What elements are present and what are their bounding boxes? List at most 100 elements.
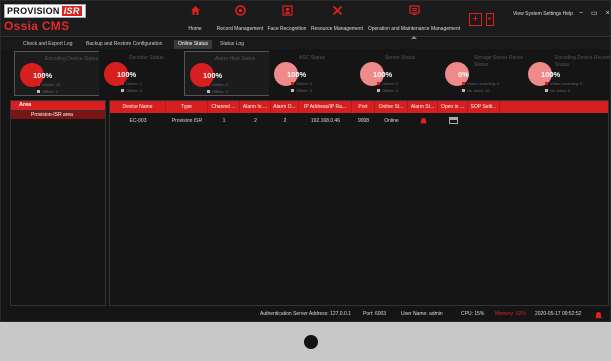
app-subtitle: Ossia CMS xyxy=(4,19,70,33)
cell-alarm-in: 2 xyxy=(254,118,257,124)
home-icon xyxy=(190,6,200,15)
card-percent: 100% xyxy=(287,70,307,79)
module-operation-maintenance[interactable]: Operation and Maintenance Management xyxy=(368,4,460,32)
auth-server-address: Authentication Server Address: 127.0.0.1 xyxy=(260,311,351,317)
tab-backup-restore[interactable]: Backup and Restore Configuration xyxy=(82,40,166,49)
add-module-button[interactable]: + xyxy=(469,13,482,26)
column-port[interactable]: Port xyxy=(352,101,375,113)
cell-ip-address: 192.168.0.46 xyxy=(310,118,341,124)
status-cards: Encoding Device Status 100% Online: 16 O… xyxy=(1,50,611,97)
card-percent: 0% xyxy=(458,70,469,79)
card-percent: 100% xyxy=(541,70,561,79)
cell-type: Provision ISR xyxy=(171,118,203,124)
column-device-name[interactable]: Device Name xyxy=(110,101,166,113)
module-label: Resource Management xyxy=(311,26,363,32)
column-alarm-status[interactable]: Alarm St... xyxy=(408,101,438,113)
card-line-1: Online: 0 xyxy=(291,81,312,86)
card-decoder-status[interactable]: Decoder Status 100% Online: 1 Offline: 0 xyxy=(99,51,185,96)
cell-sop-settings xyxy=(468,115,500,127)
card-percent: 100% xyxy=(203,71,223,80)
card-encoding-device-status[interactable]: Encoding Device Status 100% Online: 16 O… xyxy=(14,51,100,96)
column-alarm-out[interactable]: Alarm O... xyxy=(271,101,299,113)
monitor-icon xyxy=(408,5,420,15)
area-header: Area xyxy=(11,101,105,110)
cell-open-in xyxy=(438,115,468,127)
logo-badge: ISR xyxy=(61,6,82,16)
card-percent: 100% xyxy=(373,70,393,79)
column-type[interactable]: Type xyxy=(166,101,208,113)
card-server-status[interactable]: Server Status 100% Online: 0 Offline: 0 xyxy=(355,51,441,96)
cell-alarm-status xyxy=(408,115,438,127)
column-ip-address[interactable]: IP Address/IP Ra... xyxy=(299,101,352,113)
card-line-2: Offline: 0 xyxy=(37,89,58,94)
module-label: Operation and Maintenance Management xyxy=(367,26,461,32)
card-asc-status[interactable]: ASC Status 100% Online: 0 Offline: 0 xyxy=(269,51,355,96)
window-icon[interactable] xyxy=(448,117,458,124)
card-encoding-device-record-status[interactable]: Encoding Device Record Status 100% Video… xyxy=(523,51,611,96)
card-line-2: Offline: 0 xyxy=(291,88,312,93)
card-line-1: Online: 1 xyxy=(121,81,142,86)
module-label: Record Management xyxy=(216,26,264,32)
card-percent: 100% xyxy=(117,70,137,79)
top-header: PROVISION ISR Ossia CMS Home Record Manag… xyxy=(1,1,610,37)
card-line-2: No video: 0 xyxy=(545,88,570,93)
column-sop-settings[interactable]: SOP Setti... xyxy=(468,101,500,113)
card-title: ASC Status xyxy=(299,55,325,61)
card-line-2: Offline: 0 xyxy=(121,88,142,93)
card-title: Encoding Device Record Status xyxy=(555,55,611,68)
provision-isr-logo: PROVISION ISR Ossia CMS xyxy=(4,4,86,33)
card-storage-server-record-status[interactable]: Storage Server Record Status 0% Video re… xyxy=(440,51,526,96)
alarm-bell-icon[interactable] xyxy=(595,311,602,319)
alarm-bell-icon[interactable] xyxy=(420,117,427,124)
card-line-1: Online: 0 xyxy=(207,82,228,87)
window-controls[interactable]: − ▭ × xyxy=(579,9,610,17)
card-line-1: Online: 0 xyxy=(377,81,398,86)
cell-device-name: EC-003 xyxy=(129,118,147,124)
module-label: Home xyxy=(188,26,202,32)
cpu-usage: CPU: 15% xyxy=(461,311,485,317)
card-line-2: Offline: 0 xyxy=(207,89,228,94)
logo-wordmark: PROVISION ISR xyxy=(4,4,86,18)
module-face-recognition[interactable]: Face Recognition xyxy=(268,4,306,32)
tab-bar: Check and Export Log Backup and Restore … xyxy=(1,39,610,49)
module-label: Face Recognition xyxy=(267,26,307,32)
card-line-1: Online: 16 xyxy=(37,82,60,87)
cell-alarm-out: 2 xyxy=(283,118,287,124)
memory-usage: Memory: 62% xyxy=(495,311,526,317)
card-line-1: Video recording: 0 xyxy=(462,81,499,86)
cell-channel: 1 xyxy=(222,118,226,124)
module-resource-management[interactable]: Resource Management xyxy=(311,4,363,32)
cell-port: 9008 xyxy=(357,118,370,124)
datetime: 2020-05-17 09:52:52 xyxy=(535,311,582,317)
record-icon xyxy=(234,5,246,16)
card-line-2: No video: 10 xyxy=(462,88,489,93)
column-open-in[interactable]: Open in ... xyxy=(438,101,468,113)
area-item-provision-isr[interactable]: Provision-ISR area xyxy=(11,110,105,119)
status-bar: Authentication Server Address: 127.0.0.1… xyxy=(1,308,610,321)
card-line-1: Video recording: 0 xyxy=(545,81,582,86)
monitor-power-button xyxy=(304,335,318,349)
column-channel[interactable]: Channel ... xyxy=(208,101,240,113)
table-row[interactable]: EC-003 Provision ISR 1 2 2 192.168.0.46 … xyxy=(110,115,608,127)
module-record-management[interactable]: Record Management xyxy=(217,4,263,32)
tab-check-export-log[interactable]: Check and Export Log xyxy=(19,40,76,49)
tab-online-status[interactable]: Online Status xyxy=(174,40,213,49)
cell-online-status: Online xyxy=(384,118,399,124)
face-recognition-icon xyxy=(281,5,293,16)
device-status-table: Device Name Type Channel ... Alarm In ..… xyxy=(109,100,609,306)
cms-window: PROVISION ISR Ossia CMS Home Record Manag… xyxy=(0,0,611,322)
table-header: Device Name Type Channel ... Alarm In ..… xyxy=(110,101,608,113)
card-percent: 100% xyxy=(33,71,53,80)
expand-modules-button[interactable]: ▸ xyxy=(486,13,494,26)
tab-status-log[interactable]: Status Log xyxy=(216,40,248,49)
area-tree-panel: Area Provision-ISR area xyxy=(10,100,106,306)
user-name: User Name: admin xyxy=(401,311,443,317)
column-online-status[interactable]: Online St... xyxy=(375,101,408,113)
column-alarm-in[interactable]: Alarm In ... xyxy=(240,101,271,113)
card-line-2: Offline: 0 xyxy=(377,88,398,93)
module-home[interactable]: Home xyxy=(188,4,202,32)
tools-icon xyxy=(332,5,342,16)
server-port: Port: 6003 xyxy=(363,311,387,317)
system-menu[interactable]: View System Settings Help xyxy=(513,11,573,17)
card-alarm-host-status[interactable]: Alarm Host Status 100% Online: 0 Offline… xyxy=(184,51,270,96)
